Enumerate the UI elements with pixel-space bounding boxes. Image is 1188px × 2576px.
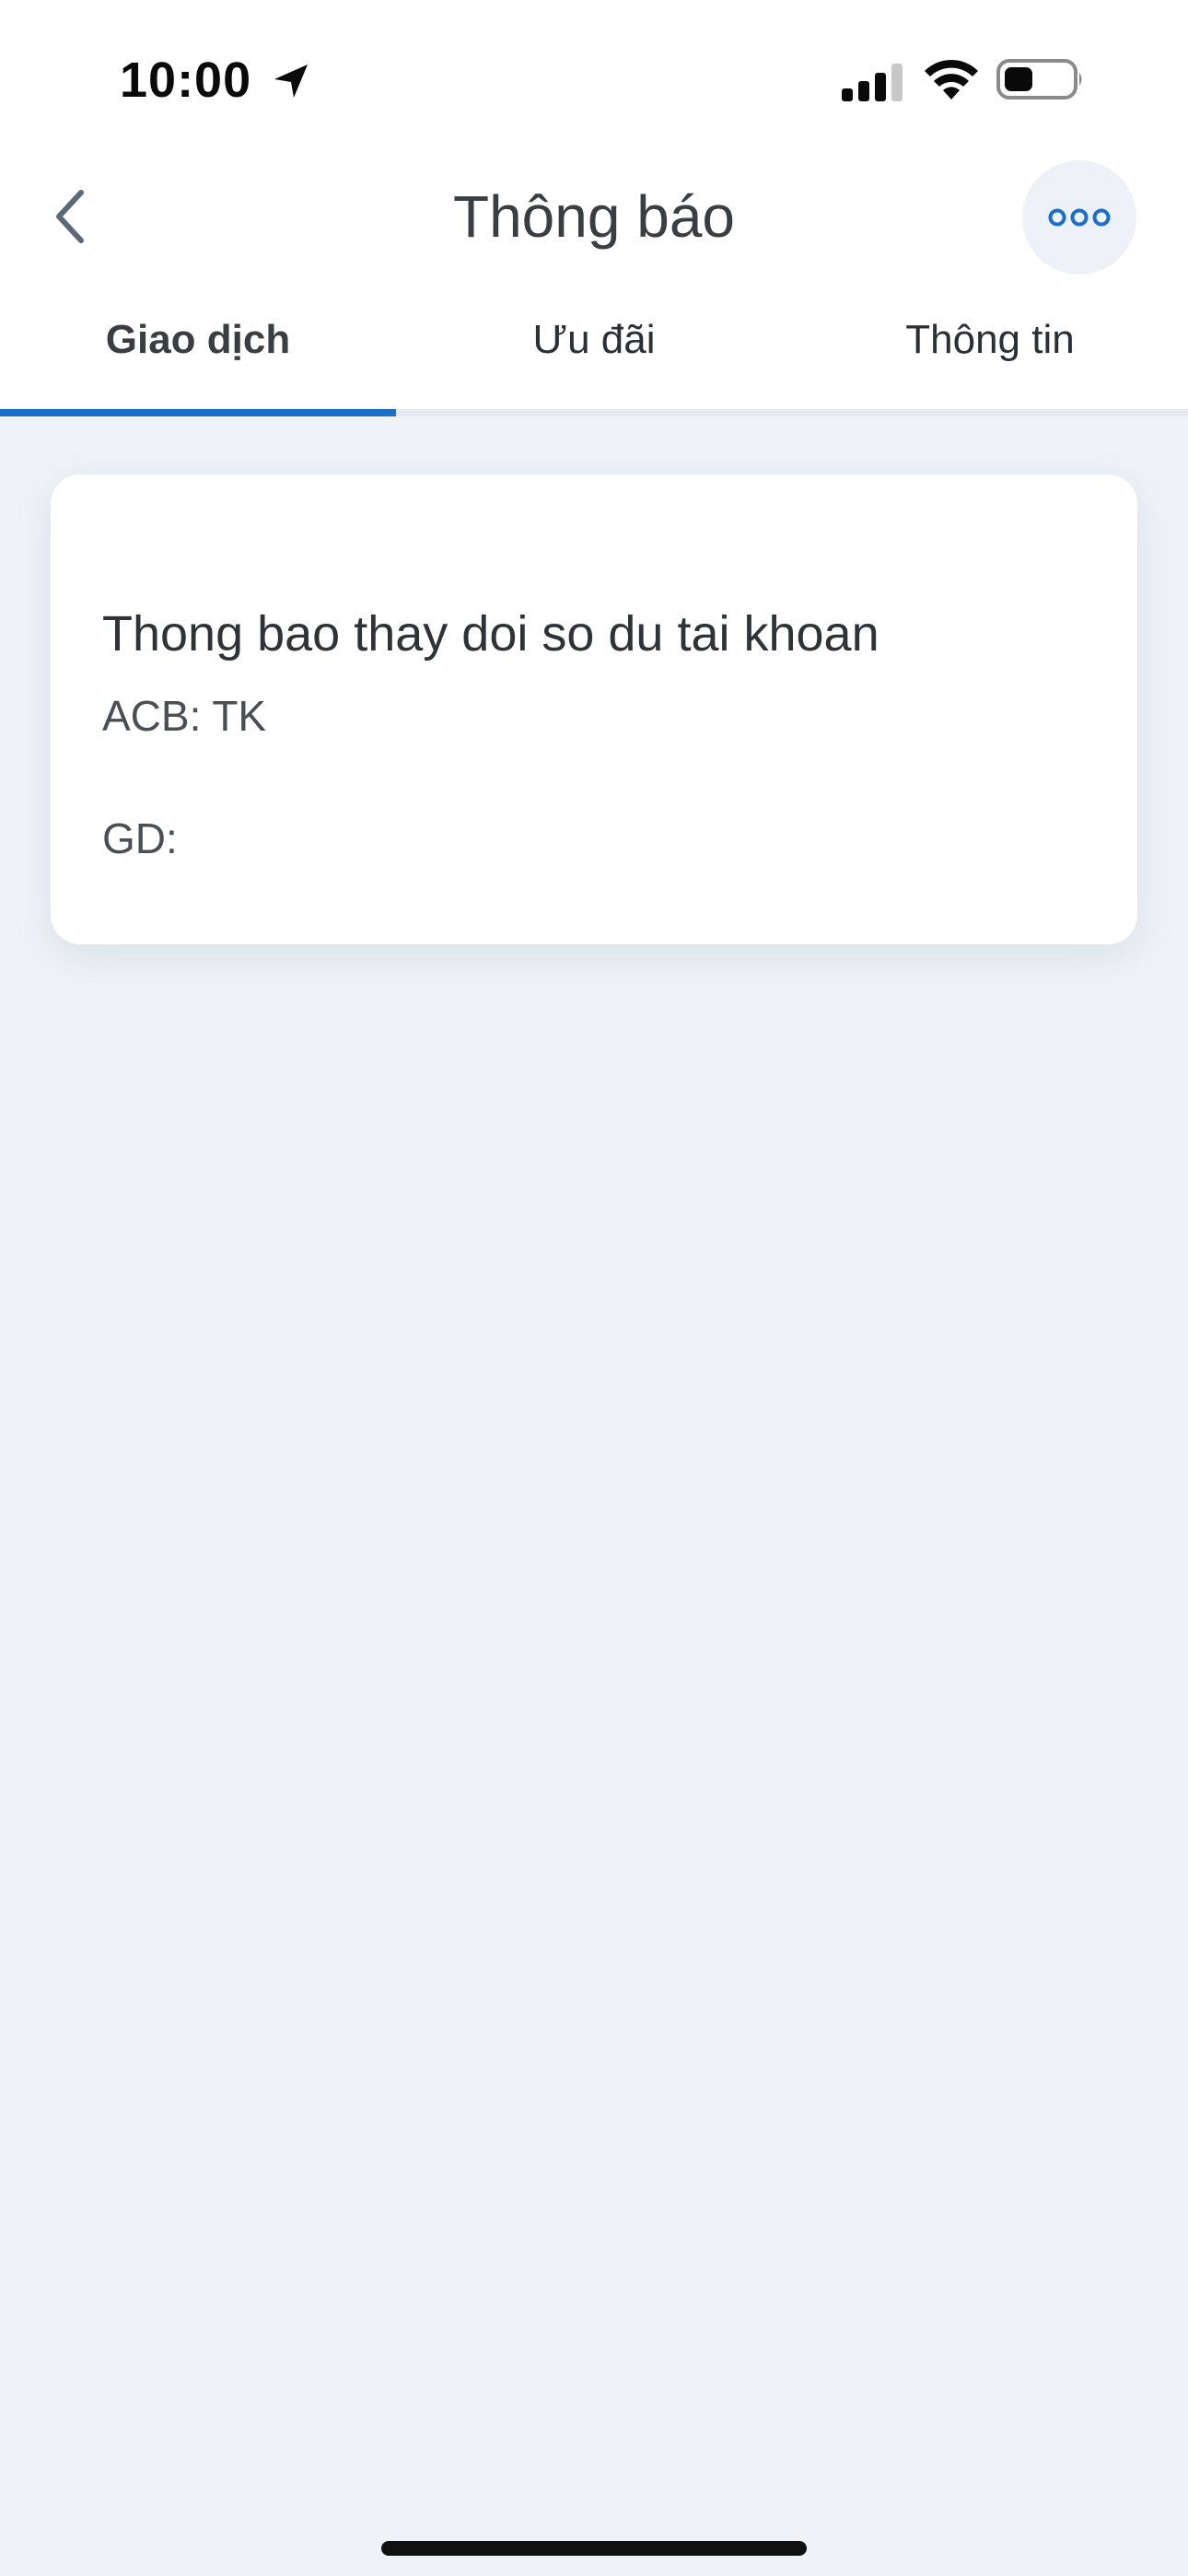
notification-title: Thong bao thay doi so du tai khoan xyxy=(102,606,879,662)
cellular-signal-icon xyxy=(842,64,903,101)
more-options-button[interactable] xyxy=(1022,160,1136,275)
tab-bar: Giao dịch Ưu đãi Thông tin xyxy=(0,295,1188,416)
notification-account-line: ACB: TK xyxy=(102,692,267,740)
active-tab-indicator xyxy=(0,409,396,416)
status-bar: 10:00 xyxy=(0,0,1188,157)
status-time: 10:00 xyxy=(120,53,252,108)
page-title: Thông báo xyxy=(452,183,736,250)
tab-giao-dich[interactable]: Giao dịch xyxy=(0,295,396,409)
tab-uu-dai[interactable]: Ưu đãi xyxy=(396,295,792,409)
more-dots-icon xyxy=(1048,208,1111,227)
wifi-icon xyxy=(925,59,978,100)
tab-label: Thông tin xyxy=(905,317,1075,362)
tab-label: Giao dịch xyxy=(105,317,291,362)
location-arrow-icon xyxy=(274,64,308,98)
tab-thong-tin[interactable]: Thông tin xyxy=(792,295,1188,409)
tab-label: Ưu đãi xyxy=(532,317,656,362)
battery-icon xyxy=(996,59,1082,100)
notification-transaction-line: GD: xyxy=(102,814,178,862)
top-nav-header: Thông báo xyxy=(0,157,1188,295)
home-indicator xyxy=(381,2541,807,2556)
notification-card[interactable]: Thong bao thay doi so du tai khoan ACB: … xyxy=(51,474,1137,944)
